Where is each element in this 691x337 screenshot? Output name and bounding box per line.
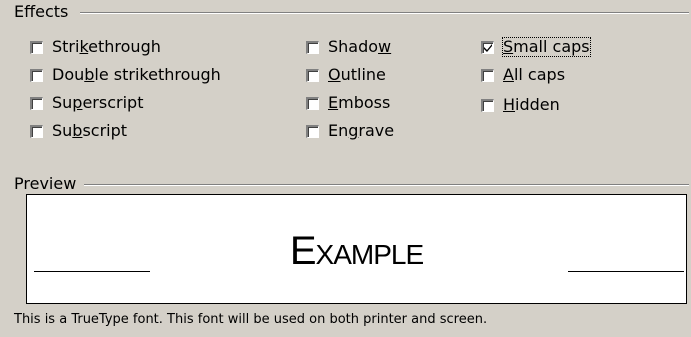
strikethrough-checkbox-row[interactable]: Strikethrough bbox=[30, 36, 162, 58]
preview-sample-text: Example bbox=[289, 229, 424, 273]
effects-group-line bbox=[80, 12, 689, 14]
preview-baseline-right bbox=[568, 271, 684, 272]
all-caps-checkbox[interactable] bbox=[481, 68, 494, 82]
font-effects-dialog: Effects Strikethrough Double strikethrou… bbox=[0, 0, 691, 337]
hidden-checkbox-row[interactable]: Hidden bbox=[481, 94, 561, 116]
emboss-label: Emboss bbox=[328, 93, 391, 112]
all-caps-label: All caps bbox=[503, 65, 566, 84]
hidden-label: Hidden bbox=[503, 95, 560, 114]
small-caps-label: Small caps bbox=[502, 37, 591, 57]
superscript-label: Superscript bbox=[52, 93, 144, 112]
double-strikethrough-checkbox[interactable] bbox=[30, 68, 43, 82]
superscript-checkbox-row[interactable]: Superscript bbox=[30, 92, 144, 114]
engrave-checkbox[interactable] bbox=[306, 124, 319, 138]
all-caps-checkbox-row[interactable]: All caps bbox=[481, 64, 566, 86]
double-strikethrough-checkbox-row[interactable]: Double strikethrough bbox=[30, 64, 222, 86]
small-caps-checkbox[interactable] bbox=[481, 40, 494, 54]
shadow-checkbox[interactable] bbox=[306, 40, 319, 54]
preview-box: Example bbox=[26, 194, 687, 304]
shadow-checkbox-row[interactable]: Shadow bbox=[306, 36, 392, 58]
subscript-checkbox-row[interactable]: Subscript bbox=[30, 120, 128, 142]
shadow-label: Shadow bbox=[328, 37, 392, 56]
emboss-checkbox[interactable] bbox=[306, 96, 319, 110]
double-strikethrough-label: Double strikethrough bbox=[52, 65, 221, 84]
emboss-checkbox-row[interactable]: Emboss bbox=[306, 92, 391, 114]
strikethrough-label: Strikethrough bbox=[52, 37, 161, 56]
small-caps-checkbox-row[interactable]: Small caps bbox=[481, 36, 591, 58]
preview-baseline-left bbox=[34, 271, 150, 272]
font-info-text: This is a TrueType font. This font will … bbox=[14, 312, 488, 327]
checkmark-icon bbox=[484, 43, 492, 52]
outline-checkbox[interactable] bbox=[306, 68, 319, 82]
hidden-checkbox[interactable] bbox=[481, 98, 494, 112]
engrave-label: Engrave bbox=[328, 121, 395, 140]
subscript-checkbox[interactable] bbox=[30, 124, 43, 138]
preview-group-line bbox=[84, 184, 689, 186]
subscript-label: Subscript bbox=[52, 121, 128, 140]
strikethrough-checkbox[interactable] bbox=[30, 40, 43, 54]
preview-group-title: Preview bbox=[14, 174, 83, 194]
outline-checkbox-row[interactable]: Outline bbox=[306, 64, 387, 86]
effects-group-title: Effects bbox=[14, 2, 75, 22]
outline-label: Outline bbox=[328, 65, 386, 84]
superscript-checkbox[interactable] bbox=[30, 96, 43, 110]
engrave-checkbox-row[interactable]: Engrave bbox=[306, 120, 395, 142]
